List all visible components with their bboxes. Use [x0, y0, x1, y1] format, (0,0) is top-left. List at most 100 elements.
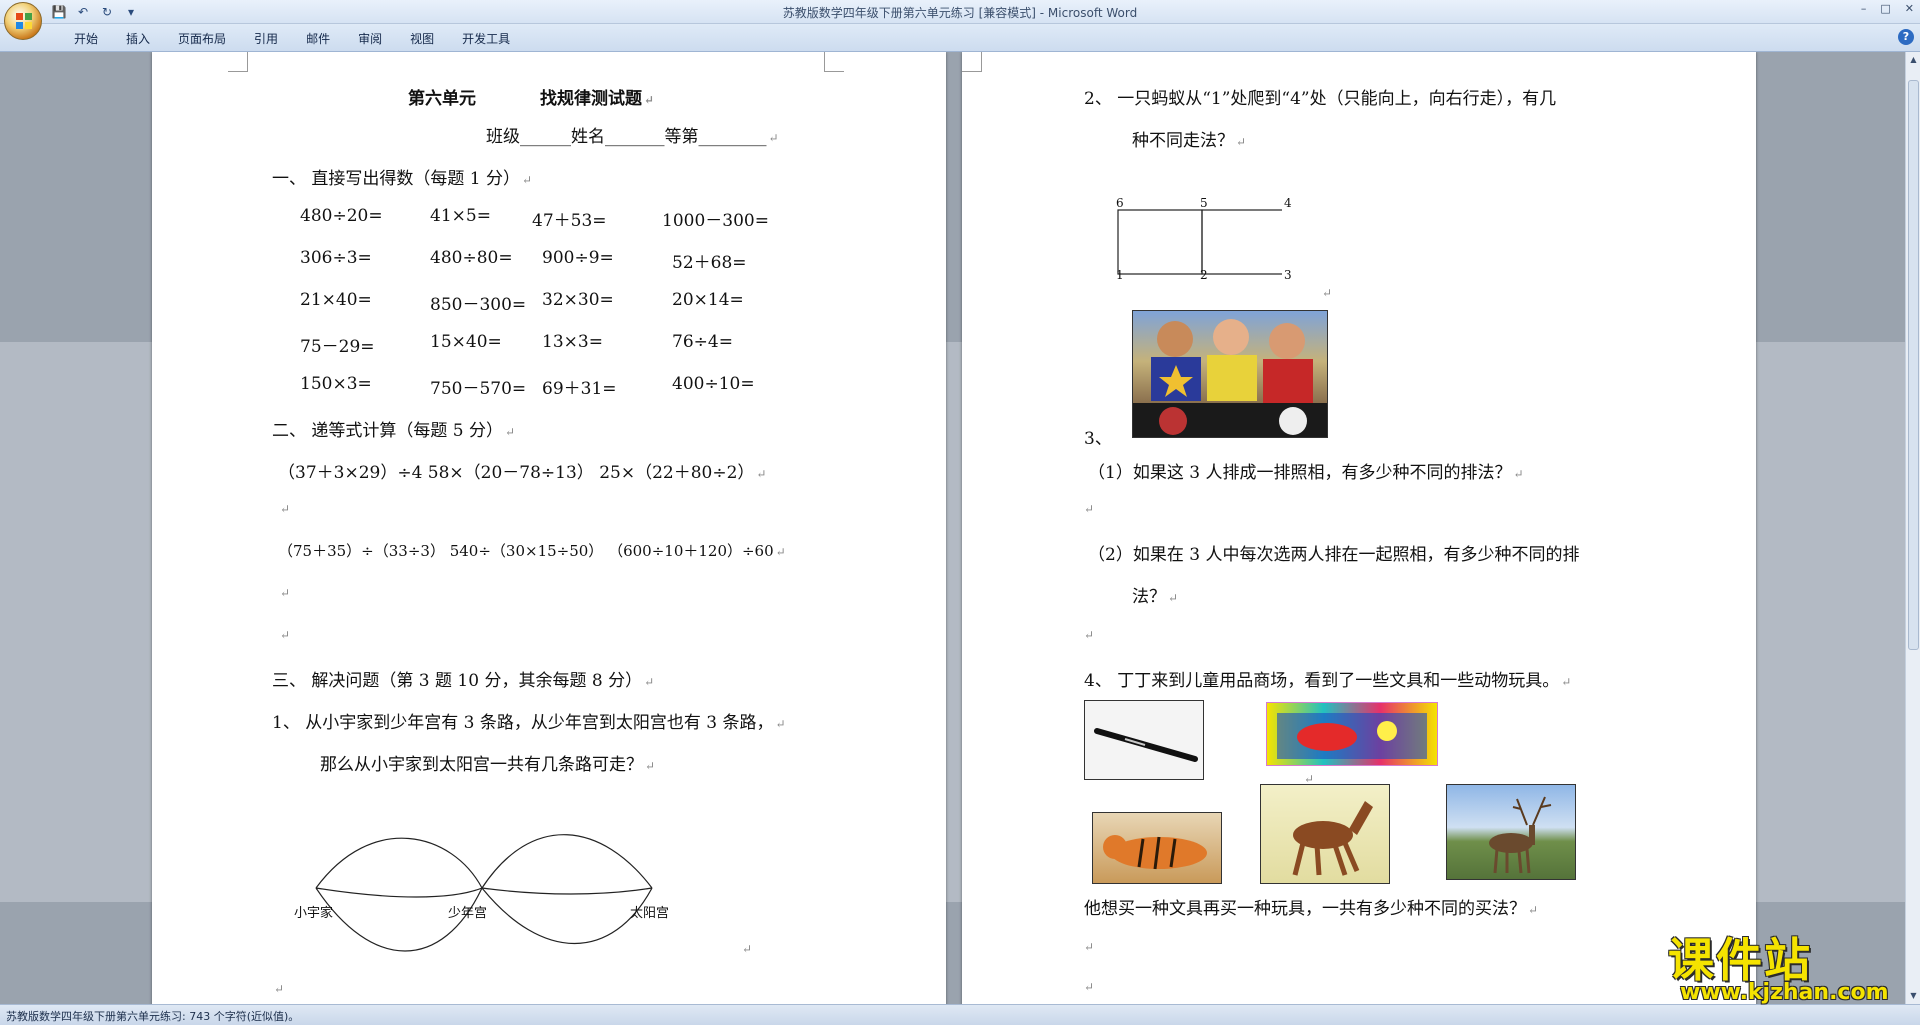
tiger-photo [1092, 812, 1222, 884]
expression-row-1: （37＋3×29）÷4 58×（20－78÷13） 25×（22＋80÷2） ↵ [278, 463, 767, 483]
status-bar: 苏教版数学四年级下册第六单元练习: 743 个字符(近似值)。 [0, 1004, 1920, 1025]
calc-problem: 850－300= [430, 295, 527, 315]
title-bar: 💾 ↶ ↻ ▾ 苏教版数学四年级下册第六单元练习 [兼容模式] - Micros… [0, 0, 1920, 24]
empty-paragraph: ↵ [1084, 940, 1095, 954]
tab-review[interactable]: 审阅 [344, 30, 396, 48]
watermark-url: www.kjzhan.com [1680, 980, 1889, 1005]
calc-problem: 21×40= [300, 290, 372, 310]
page-2[interactable]: 2、 一只蚂蚁从“1”处爬到“4”处（只能向上，向右行走），有几 种不同走法？ ↵… [962, 52, 1756, 1004]
watermark-logo: 课件站 www.kjzhan.com [1668, 924, 1898, 1005]
question-2-line-2: 种不同走法？ ↵ [1132, 131, 1247, 151]
calc-problem: 15×40= [430, 332, 502, 352]
horse-photo [1260, 784, 1390, 884]
question-1-line-2: 那么从小宇家到太阳宫一共有几条路可走？ ↵ [320, 755, 656, 775]
tab-page-layout[interactable]: 页面布局 [164, 30, 240, 48]
tab-mailings[interactable]: 邮件 [292, 30, 344, 48]
crop-mark [962, 52, 982, 72]
pencil-box-photo [1266, 702, 1438, 766]
calc-problem: 306÷3= [300, 248, 372, 268]
question-4-line: 4、 丁丁来到儿童用品商场，看到了一些文具和一些动物玩具。 ↵ [1084, 671, 1572, 691]
horse-illustration [1292, 801, 1373, 876]
pen-photo [1084, 700, 1204, 780]
calc-problem: 69＋31= [542, 379, 617, 399]
ant-grid-diagram [1117, 209, 1282, 275]
empty-paragraph: ↵ [1084, 502, 1095, 516]
grid-label-6: 6 [1116, 196, 1124, 210]
question-3-part-1: （1）如果这 3 人排成一排照相，有多少种不同的排法？ ↵ [1088, 463, 1524, 483]
section-1-heading: 一、 直接写出得数（每题 1 分） ↵ [272, 169, 533, 189]
document-area[interactable]: 第六单元 找规律测试题 ↵ 班级______姓名_______等第________ ↵… [0, 52, 1905, 1004]
calc-problem: 900÷9= [542, 248, 614, 268]
close-button[interactable]: ✕ [1905, 2, 1914, 15]
question-4-question: 他想买一种文具再买一种玩具，一共有多少种不同的买法？ ↵ [1084, 899, 1539, 919]
question-2-line-1: 2、 一只蚂蚁从“1”处爬到“4”处（只能向上，向右行走），有几 [1084, 89, 1557, 109]
question-3-part-2-line-2: 法？ ↵ [1132, 587, 1179, 607]
pencil-box-illustration [1277, 713, 1427, 759]
grid-label-5: 5 [1200, 196, 1208, 210]
route-diagram [315, 834, 653, 952]
empty-paragraph: ↵ [280, 502, 291, 516]
grid-label-1: 1 [1116, 268, 1124, 282]
calc-problem: 1000－300= [662, 211, 769, 231]
empty-paragraph: ↵ [1322, 286, 1333, 300]
vertical-scrollbar[interactable]: ▲ ▼ [1905, 52, 1920, 1004]
question-3-part-2-line-1: （2）如果在 3 人中每次选两人排在一起照相，有多少种不同的排 [1088, 545, 1580, 565]
grid-label-3: 3 [1284, 268, 1292, 282]
ribbon-tabs: 开始 插入 页面布局 引用 邮件 审阅 视图 开发工具 [60, 30, 524, 48]
empty-paragraph: ↵ [274, 982, 285, 996]
empty-paragraph: ↵ [280, 628, 291, 642]
office-button[interactable] [4, 2, 42, 40]
map-label-sun-palace: 太阳宫 [630, 906, 670, 921]
calc-problem: 52＋68= [672, 253, 747, 273]
calc-problem: 32×30= [542, 290, 614, 310]
help-icon[interactable]: ? [1898, 29, 1914, 45]
empty-paragraph: ↵ [1084, 628, 1095, 642]
office-logo-icon [16, 13, 32, 29]
question-1-line-1: 1、 从小宇家到少年宫有 3 条路，从少年宫到太阳宫也有 3 条路， ↵ [272, 713, 786, 733]
maximize-button[interactable]: □ [1880, 2, 1890, 15]
status-word-count: 苏教版数学四年级下册第六单元练习: 743 个字符(近似值)。 [6, 1010, 300, 1023]
pen-illustration [1094, 728, 1198, 762]
window-controls: – □ ✕ [1861, 2, 1914, 15]
scrollbar-thumb[interactable] [1908, 80, 1919, 650]
grid-label-2: 2 [1200, 268, 1208, 282]
calc-problem: 20×14= [672, 290, 744, 310]
tiger-illustration [1103, 835, 1207, 870]
tab-developer[interactable]: 开发工具 [448, 30, 524, 48]
calc-problem: 41×5= [430, 206, 491, 226]
expression-row-2: （75＋35）÷（33÷3） 540÷（30×15÷50） （600÷10＋12… [278, 542, 786, 560]
scroll-up-icon[interactable]: ▲ [1908, 54, 1919, 65]
calc-problem: 150×3= [300, 374, 372, 394]
reindeer-illustration [1489, 796, 1552, 874]
calc-problem: 47＋53= [532, 211, 607, 231]
window-title: 苏教版数学四年级下册第六单元练习 [兼容模式] - Microsoft Word [782, 6, 1138, 20]
tab-home[interactable]: 开始 [60, 30, 112, 48]
calc-problem: 75－29= [300, 337, 375, 357]
tab-references[interactable]: 引用 [240, 30, 292, 48]
scroll-down-icon[interactable]: ▼ [1908, 990, 1919, 1001]
children-illustration [1133, 319, 1327, 437]
calc-problem: 480÷20= [300, 206, 383, 226]
calc-problem: 750－570= [430, 379, 527, 399]
children-photo [1132, 310, 1328, 438]
tab-insert[interactable]: 插入 [112, 30, 164, 48]
page-1[interactable]: 第六单元 找规律测试题 ↵ 班级______姓名_______等第________ ↵… [152, 52, 946, 1004]
minimize-button[interactable]: – [1861, 2, 1867, 15]
empty-paragraph: ↵ [1084, 980, 1095, 994]
ribbon: 开始 插入 页面布局 引用 邮件 审阅 视图 开发工具 ? [0, 24, 1920, 52]
map-label-youth-palace: 少年宫 [448, 906, 488, 921]
calc-problem: 13×3= [542, 332, 603, 352]
map-label-xiaoyu-home: 小宇家 [294, 906, 334, 921]
grid-label-4: 4 [1284, 196, 1292, 210]
empty-paragraph: ↵ [280, 586, 291, 600]
crop-mark [824, 52, 844, 72]
calc-problem: 76÷4= [672, 332, 733, 352]
calc-problem: 480÷80= [430, 248, 513, 268]
reindeer-photo [1446, 784, 1576, 880]
section-2-heading: 二、 递等式计算（每题 5 分） ↵ [272, 421, 516, 441]
question-3-label: 3、 [1084, 429, 1112, 449]
tab-view[interactable]: 视图 [396, 30, 448, 48]
student-info: 班级______姓名_______等第________ ↵ [486, 127, 779, 147]
calc-problem: 400÷10= [672, 374, 755, 394]
empty-paragraph: ↵ [742, 942, 753, 956]
